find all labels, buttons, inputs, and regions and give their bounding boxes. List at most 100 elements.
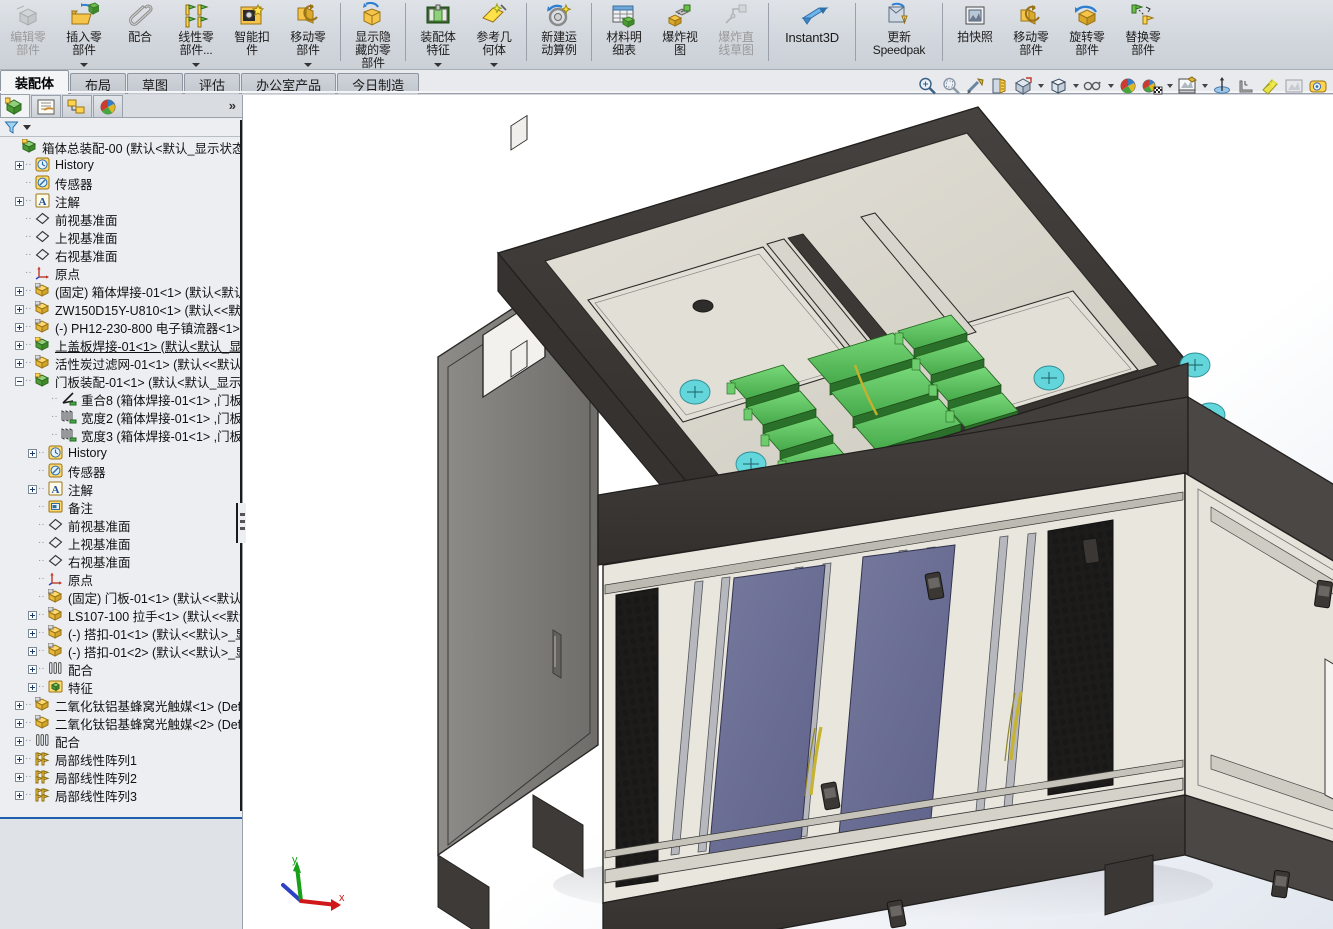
expand-icon[interactable] bbox=[27, 682, 37, 692]
graphics-viewport[interactable]: x y bbox=[243, 95, 1333, 929]
ribbon-button-update-speedpak[interactable]: ! 更新 Speedpak bbox=[860, 0, 938, 68]
tree-expander[interactable] bbox=[13, 732, 25, 750]
tree-expander[interactable] bbox=[26, 444, 38, 462]
perspective-icon[interactable] bbox=[1176, 75, 1198, 97]
tree-expander[interactable] bbox=[13, 696, 25, 714]
expand-icon[interactable] bbox=[27, 448, 37, 458]
tree-item[interactable]: ·· (固定) 箱体焊接-01<1> (默认<默认_显 bbox=[0, 282, 242, 300]
expand-icon[interactable] bbox=[14, 160, 24, 170]
expand-icon[interactable] bbox=[14, 304, 24, 314]
tree-expander[interactable] bbox=[26, 642, 38, 660]
expand-icon[interactable] bbox=[14, 790, 24, 800]
tree-expander[interactable] bbox=[13, 192, 25, 210]
ribbon-button-insert-component[interactable]: 插入零 部件 bbox=[56, 0, 112, 68]
expand-icon[interactable] bbox=[14, 322, 24, 332]
tree-expander[interactable] bbox=[26, 660, 38, 678]
chevron-down-icon[interactable] bbox=[1106, 75, 1115, 97]
tree-expander[interactable] bbox=[26, 678, 38, 696]
ribbon-button-bill-of-materials[interactable]: 材料明 细表 bbox=[596, 0, 652, 68]
tree-expander[interactable] bbox=[13, 336, 25, 354]
ribbon-button-explode-line-sketch[interactable]: 爆炸直 线草图 bbox=[708, 0, 764, 68]
tree-item[interactable]: ·· 配合 bbox=[0, 660, 242, 678]
zoom-to-fit-icon[interactable] bbox=[916, 75, 938, 97]
tree-item[interactable]: ·· 局部线性阵列3 bbox=[0, 786, 242, 804]
tree-item[interactable]: ·· (固定) 门板-01<1> (默认<<默认> bbox=[0, 588, 242, 606]
ribbon-button-show-hidden-components[interactable]: 显示隐 藏的零 部件 bbox=[345, 0, 401, 70]
collapse-icon[interactable] bbox=[14, 376, 24, 386]
tree-item[interactable]: ·· 上盖板焊接-01<1> (默认<默认_显示状 bbox=[0, 336, 242, 354]
previous-view-icon[interactable] bbox=[964, 75, 986, 97]
tree-item[interactable]: ·· 右视基准面 bbox=[0, 246, 242, 264]
ribbon-button-reference-geometry[interactable]: 参考几 何体 bbox=[466, 0, 522, 68]
tree-item[interactable]: ·· A 注解 bbox=[0, 192, 242, 210]
tree-item[interactable]: ·· 传感器 bbox=[0, 462, 242, 480]
zoom-to-area-icon[interactable] bbox=[940, 75, 962, 97]
expand-icon[interactable] bbox=[14, 736, 24, 746]
image-icon[interactable] bbox=[1283, 75, 1305, 97]
tree-expander[interactable] bbox=[13, 768, 25, 786]
chevron-down-icon[interactable] bbox=[434, 63, 442, 67]
chevron-down-icon[interactable] bbox=[1200, 75, 1209, 97]
apply-scene-icon[interactable] bbox=[1117, 75, 1139, 97]
coordinate-axis-icon[interactable] bbox=[1211, 75, 1233, 97]
tree-item[interactable]: ·· 前视基准面 bbox=[0, 210, 242, 228]
fan-grommet[interactable] bbox=[1033, 365, 1065, 391]
tree-expander[interactable] bbox=[13, 750, 25, 768]
toggle-latch[interactable] bbox=[1314, 579, 1333, 609]
ribbon-button-smart-fasteners[interactable]: 智能扣件 bbox=[224, 0, 280, 68]
tree-item[interactable]: ·· 右视基准面 bbox=[0, 552, 242, 570]
tree-item[interactable]: ·· History bbox=[0, 156, 242, 174]
weld-bead-icon[interactable] bbox=[1235, 75, 1257, 97]
tree-item[interactable]: ·· 局部线性阵列2 bbox=[0, 768, 242, 786]
ribbon-button-exploded-view[interactable]: 爆炸视图 bbox=[652, 0, 708, 68]
tree-expander[interactable] bbox=[13, 714, 25, 732]
expand-icon[interactable] bbox=[14, 340, 24, 350]
tree-expander[interactable] bbox=[13, 156, 25, 174]
expand-icon[interactable] bbox=[27, 628, 37, 638]
tree-item[interactable]: ·· 二氧化钛铝基蜂窝光触媒<2> (Default bbox=[0, 714, 242, 732]
tree-expander[interactable] bbox=[13, 372, 25, 390]
tree-item[interactable]: ·· A 注解 bbox=[0, 480, 242, 498]
tree-item[interactable]: ·· 原点 bbox=[0, 570, 242, 588]
display-style-icon[interactable] bbox=[1047, 75, 1069, 97]
ribbon-button-assembly-feature[interactable]: 装配体 特征 bbox=[410, 0, 466, 68]
tree-item[interactable]: ·· 原点 bbox=[0, 264, 242, 282]
tree-item[interactable]: ·· 活性炭过滤网-01<1> (默认<<默认>_ bbox=[0, 354, 242, 372]
tree-item[interactable]: ·· History bbox=[0, 444, 242, 462]
chevron-down-icon[interactable] bbox=[1165, 75, 1174, 97]
lid-hinge-knob[interactable] bbox=[692, 299, 714, 313]
tree-item[interactable]: ·· 上视基准面 bbox=[0, 534, 242, 552]
ribbon-button-move-component[interactable]: 移动零 部件 bbox=[280, 0, 336, 68]
tree-item[interactable]: ·· 上视基准面 bbox=[0, 228, 242, 246]
toggle-latch[interactable] bbox=[1271, 869, 1290, 899]
tree-expander[interactable] bbox=[26, 624, 38, 642]
expand-icon[interactable] bbox=[14, 718, 24, 728]
tree-item[interactable]: ·· 局部线性阵列1 bbox=[0, 750, 242, 768]
tree-item[interactable]: ·· 配合 bbox=[0, 732, 242, 750]
fan-grommet[interactable] bbox=[679, 379, 711, 405]
appearance-icon[interactable] bbox=[1259, 75, 1281, 97]
measure-icon[interactable] bbox=[1307, 75, 1329, 97]
ribbon-button-rotate-component[interactable]: 旋转零 部件 bbox=[1059, 0, 1115, 68]
filter-icon[interactable] bbox=[4, 120, 19, 135]
tree-item[interactable]: ·· (-) 搭扣-01<1> (默认<<默认>_显 bbox=[0, 624, 242, 642]
tree-expander[interactable] bbox=[26, 606, 38, 624]
toggle-latch-top[interactable] bbox=[1082, 537, 1100, 565]
configuration-manager-tab[interactable] bbox=[62, 95, 92, 117]
tree-item[interactable]: ·· 传感器 bbox=[0, 174, 242, 192]
feature-manager-tab[interactable] bbox=[0, 94, 30, 117]
ribbon-button-take-snapshot[interactable]: 拍快照 bbox=[947, 0, 1003, 68]
ribbon-button-move-component-2[interactable]: 移动零 部件 bbox=[1003, 0, 1059, 68]
view-orientation-icon[interactable] bbox=[1012, 75, 1034, 97]
tree-expander[interactable] bbox=[13, 318, 25, 336]
tree-item[interactable]: ·· 特征 bbox=[0, 678, 242, 696]
tree-item[interactable]: ·· (-) 搭扣-01<2> (默认<<默认>_显 bbox=[0, 642, 242, 660]
chevron-down-icon[interactable] bbox=[1071, 75, 1080, 97]
tree-expander[interactable] bbox=[13, 786, 25, 804]
ribbon-button-mate[interactable]: 配合 bbox=[112, 0, 168, 68]
display-manager-tab[interactable] bbox=[93, 95, 123, 117]
property-manager-tab[interactable] bbox=[31, 95, 61, 117]
chevron-down-icon[interactable] bbox=[304, 63, 312, 67]
expand-icon[interactable] bbox=[27, 646, 37, 656]
more-tabs-button[interactable]: » bbox=[229, 98, 236, 113]
